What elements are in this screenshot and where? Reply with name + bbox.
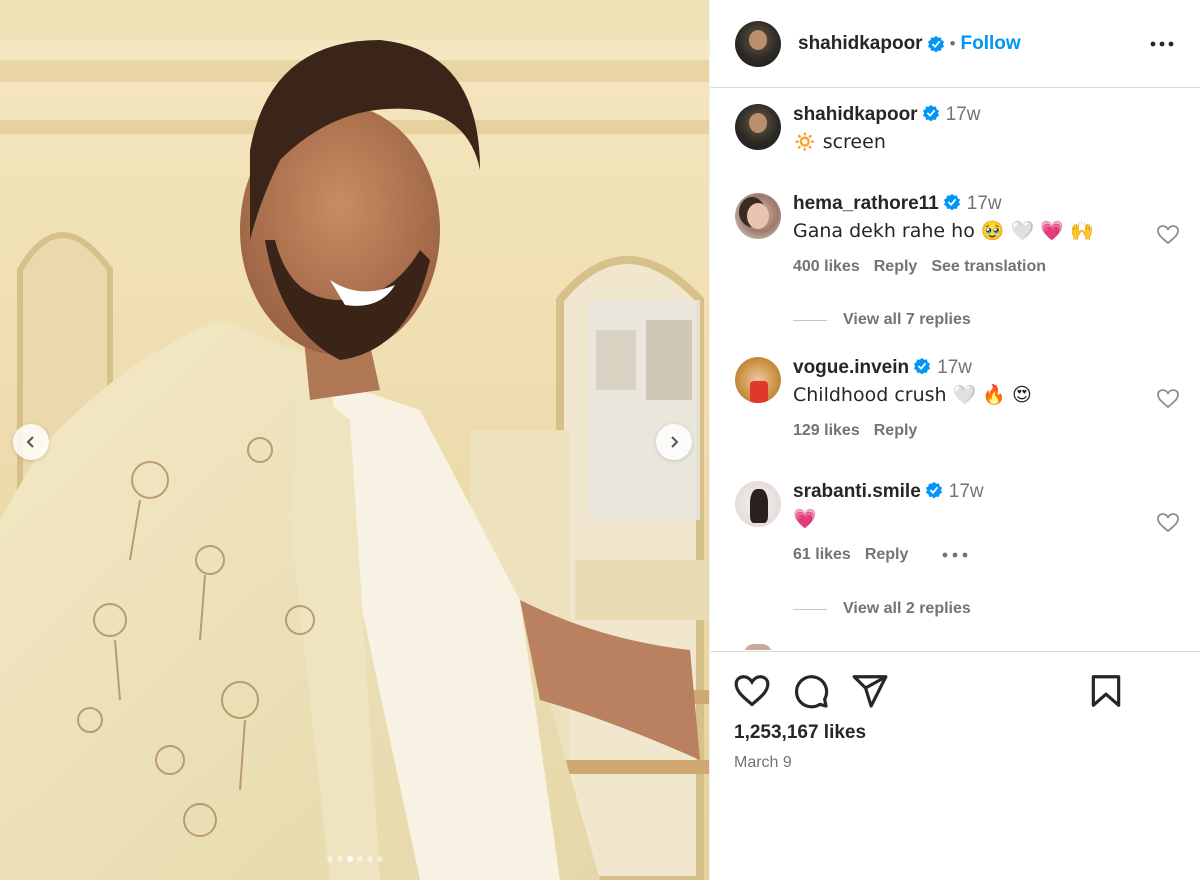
avatar[interactable] bbox=[735, 104, 781, 150]
verified-icon bbox=[925, 481, 942, 499]
reply-button[interactable]: Reply bbox=[874, 422, 918, 440]
comment-text: Childhood crush 🤍 🔥 😍 bbox=[793, 384, 1032, 406]
comment-icon[interactable] bbox=[792, 672, 830, 710]
header-username[interactable]: shahidkapoor bbox=[798, 33, 923, 55]
more-options-button[interactable] bbox=[1148, 30, 1176, 58]
comment-meta: 129 likes Reply bbox=[793, 422, 1163, 440]
post-image[interactable] bbox=[0, 0, 709, 880]
heart-icon[interactable] bbox=[1156, 511, 1180, 535]
avatar[interactable] bbox=[735, 357, 781, 403]
follow-button[interactable]: Follow bbox=[961, 33, 1021, 55]
more-icon[interactable] bbox=[942, 552, 968, 558]
view-replies-label[interactable]: View all 2 replies bbox=[843, 600, 971, 618]
divider bbox=[793, 608, 827, 610]
see-translation-button[interactable]: See translation bbox=[931, 258, 1046, 276]
heart-icon[interactable] bbox=[1156, 387, 1180, 411]
carousel-dot bbox=[376, 856, 383, 862]
more-icon bbox=[1150, 41, 1174, 46]
caption-time: 17w bbox=[945, 104, 981, 125]
view-replies-button[interactable]: View all 7 replies bbox=[793, 311, 971, 329]
view-replies-button[interactable]: View all 2 replies bbox=[793, 600, 971, 618]
comment-time: 17w bbox=[966, 193, 1002, 214]
heart-icon[interactable] bbox=[1156, 223, 1180, 247]
chevron-right-icon bbox=[671, 436, 679, 448]
comment-item: hema_rathore11 17w Gana dekh rahe ho 🥹 🤍 … bbox=[735, 193, 1180, 323]
carousel-dot bbox=[336, 856, 343, 862]
carousel-dots bbox=[0, 856, 709, 862]
like-count[interactable]: 1,253,167 likes bbox=[734, 722, 866, 744]
comment-likes[interactable]: 61 likes bbox=[793, 546, 851, 564]
post-photo-scene bbox=[0, 0, 709, 880]
carousel-dot bbox=[346, 856, 353, 862]
post-date: March 9 bbox=[734, 754, 792, 771]
comment-likes[interactable]: 129 likes bbox=[793, 422, 860, 440]
comments-list[interactable]: shahidkapoor 17w 🔅 screen hema_rathore11 1… bbox=[710, 88, 1200, 650]
comment-text: 💗 bbox=[793, 508, 817, 530]
comment-time: 17w bbox=[948, 481, 984, 502]
avatar[interactable] bbox=[735, 481, 781, 527]
carousel-dot bbox=[356, 856, 363, 862]
header-separator: • bbox=[949, 33, 956, 53]
avatar[interactable] bbox=[735, 20, 781, 67]
comment-meta: 61 likes Reply bbox=[793, 546, 1163, 564]
caption-username[interactable]: shahidkapoor bbox=[793, 104, 918, 125]
heart-icon[interactable] bbox=[733, 672, 771, 710]
comment-meta: 400 likes Reply See translation bbox=[793, 258, 1163, 276]
comment-username[interactable]: srabanti.smile bbox=[793, 481, 921, 502]
comment-item: srabanti.smile 17w 💗 61 likes Reply bbox=[735, 481, 1180, 581]
reply-button[interactable]: Reply bbox=[865, 546, 909, 564]
carousel-dot bbox=[366, 856, 373, 862]
avatar bbox=[744, 644, 772, 650]
comment-username[interactable]: vogue.invein bbox=[793, 357, 909, 378]
comment-likes[interactable]: 400 likes bbox=[793, 258, 860, 276]
bookmark-icon[interactable] bbox=[1087, 672, 1125, 710]
avatar[interactable] bbox=[735, 193, 781, 239]
verified-icon bbox=[927, 35, 944, 52]
verified-icon bbox=[922, 104, 939, 122]
reply-button[interactable]: Reply bbox=[874, 258, 918, 276]
caption: shahidkapoor 17w 🔅 screen bbox=[735, 104, 1180, 164]
comment-text: Gana dekh rahe ho 🥹 🤍 💗 🙌 bbox=[793, 220, 1094, 242]
verified-icon bbox=[943, 193, 960, 211]
comment-time: 17w bbox=[937, 357, 972, 378]
post-sidebar: shahidkapoor • Follow shahidkapoor 17w 🔅 … bbox=[709, 0, 1200, 880]
post-header: shahidkapoor • Follow bbox=[710, 0, 1200, 88]
share-icon[interactable] bbox=[851, 672, 889, 710]
view-replies-label[interactable]: View all 7 replies bbox=[843, 311, 971, 329]
carousel-next-button[interactable] bbox=[656, 424, 692, 460]
divider bbox=[793, 319, 827, 321]
verified-icon bbox=[914, 357, 931, 375]
comment-username[interactable]: hema_rathore11 bbox=[793, 193, 939, 214]
chevron-left-icon bbox=[26, 436, 34, 448]
caption-text: 🔅 screen bbox=[793, 131, 886, 153]
carousel-prev-button[interactable] bbox=[13, 424, 49, 460]
comment-item: vogue.invein 17w Childhood crush 🤍 🔥 😍 12… bbox=[735, 357, 1180, 457]
post-actions: 1,253,167 likes March 9 bbox=[710, 651, 1200, 880]
carousel-dot bbox=[326, 856, 333, 862]
